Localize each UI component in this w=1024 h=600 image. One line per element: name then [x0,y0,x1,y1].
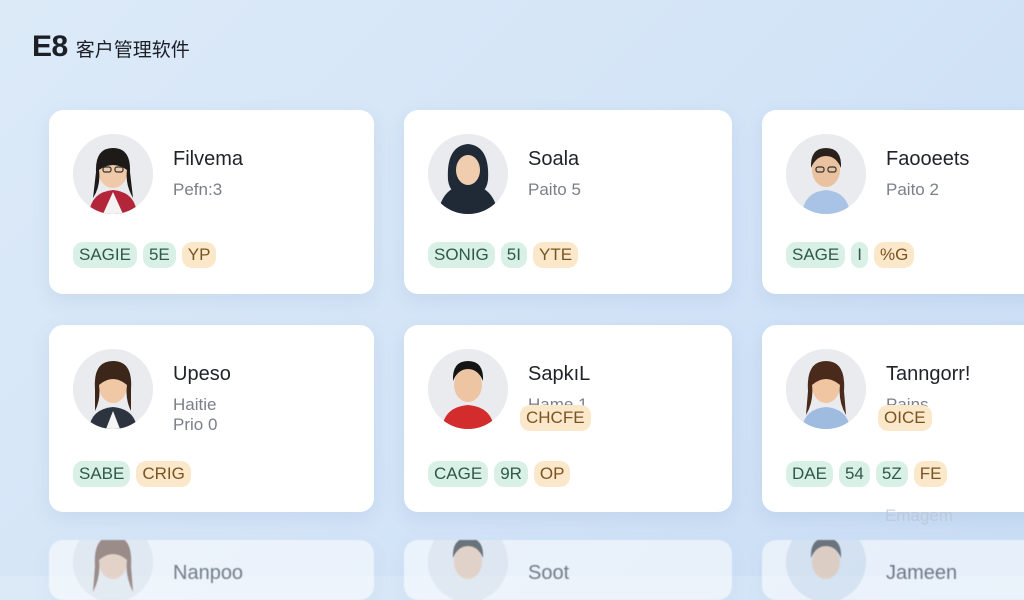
status-badge: CHCFE [520,405,591,431]
customer-card[interactable]: Soot [404,540,732,600]
tag: 5I [500,242,527,268]
customer-name: Filvema [173,148,244,170]
tag: DAE [786,461,833,487]
tag-list: SAGE I %G [786,242,915,268]
customer-name: Nanpoo [173,562,244,584]
tag-list: CAGE 9R OP [428,461,571,487]
customer-avatar [73,349,153,429]
tag: CAGE [428,461,489,487]
tag-list: SAGIE 5E YP [73,242,217,268]
tag: FE [913,461,948,487]
customer-avatar [428,349,508,429]
customer-avatar [428,134,508,214]
customer-name: SapkıL [528,363,591,385]
customer-meta-secondary: Prio 0 [173,415,218,434]
tag: 54 [838,461,870,487]
tag: SAGIE [73,242,137,268]
customer-name: Faooeets [886,148,970,170]
customer-card[interactable]: Upeso Haitie Prio 0 SABE CRIG [49,325,374,512]
tag: I [851,242,868,268]
customer-name: Soala [528,148,580,170]
customer-name: Soot [528,562,570,584]
customer-avatar [786,349,866,429]
customer-avatar [786,134,866,214]
status-badge: OICE [878,405,932,431]
customer-card[interactable]: Faooeets Paito 2 SAGE I %G [762,110,1024,294]
customer-meta: Pefn:3 [173,180,223,199]
app-title: E8 客户管理软件 [32,30,190,64]
customer-avatar [73,540,153,600]
tag: 9R [494,461,528,487]
customer-card[interactable]: Nanpoo [49,540,374,600]
app-brand: E8 [32,30,68,63]
tag-list: SABE CRIG [73,461,191,487]
tag: OP [533,461,571,487]
customer-card[interactable]: Soala Paito 5 SONIG 5I YTE [404,110,732,294]
tag: %G [873,242,915,268]
customer-meta: Haitie [173,395,217,414]
customer-name: Tanngorr! [886,363,971,385]
app-product-name: 客户管理软件 [75,40,190,61]
customer-card[interactable]: Jameen [762,540,1024,600]
customer-avatar [428,540,508,600]
tag: 5E [142,242,176,268]
partial-header: Emagem [885,506,954,525]
customer-meta: Paito 2 [886,180,939,199]
tag: CHCFE [520,405,591,431]
customer-card[interactable]: Tanngorr! Pains OICE DAE 54 5Z FE [762,325,1024,512]
tag: SABE [73,461,131,487]
tag: YTE [532,242,579,268]
customer-card[interactable]: SapkıL Hame 1 CHCFE CAGE 9R OP [404,325,732,512]
customer-name: Upeso [173,363,231,385]
tag: SONIG [428,242,495,268]
customer-meta: Paito 5 [528,180,581,199]
tag: SAGE [786,242,846,268]
tag: OICE [878,405,932,431]
tag-list: DAE 54 5Z FE [786,461,948,487]
tag: 5Z [875,461,908,487]
customer-name: Jameen [886,562,958,584]
tag: CRIG [136,461,191,487]
customer-avatar [73,134,153,214]
tag-list: SONIG 5I YTE [428,242,579,268]
customer-card[interactable]: Filvema Pefn:3 SAGIE 5E YP [49,110,374,294]
customer-avatar [786,540,866,600]
tag: YP [181,242,217,268]
